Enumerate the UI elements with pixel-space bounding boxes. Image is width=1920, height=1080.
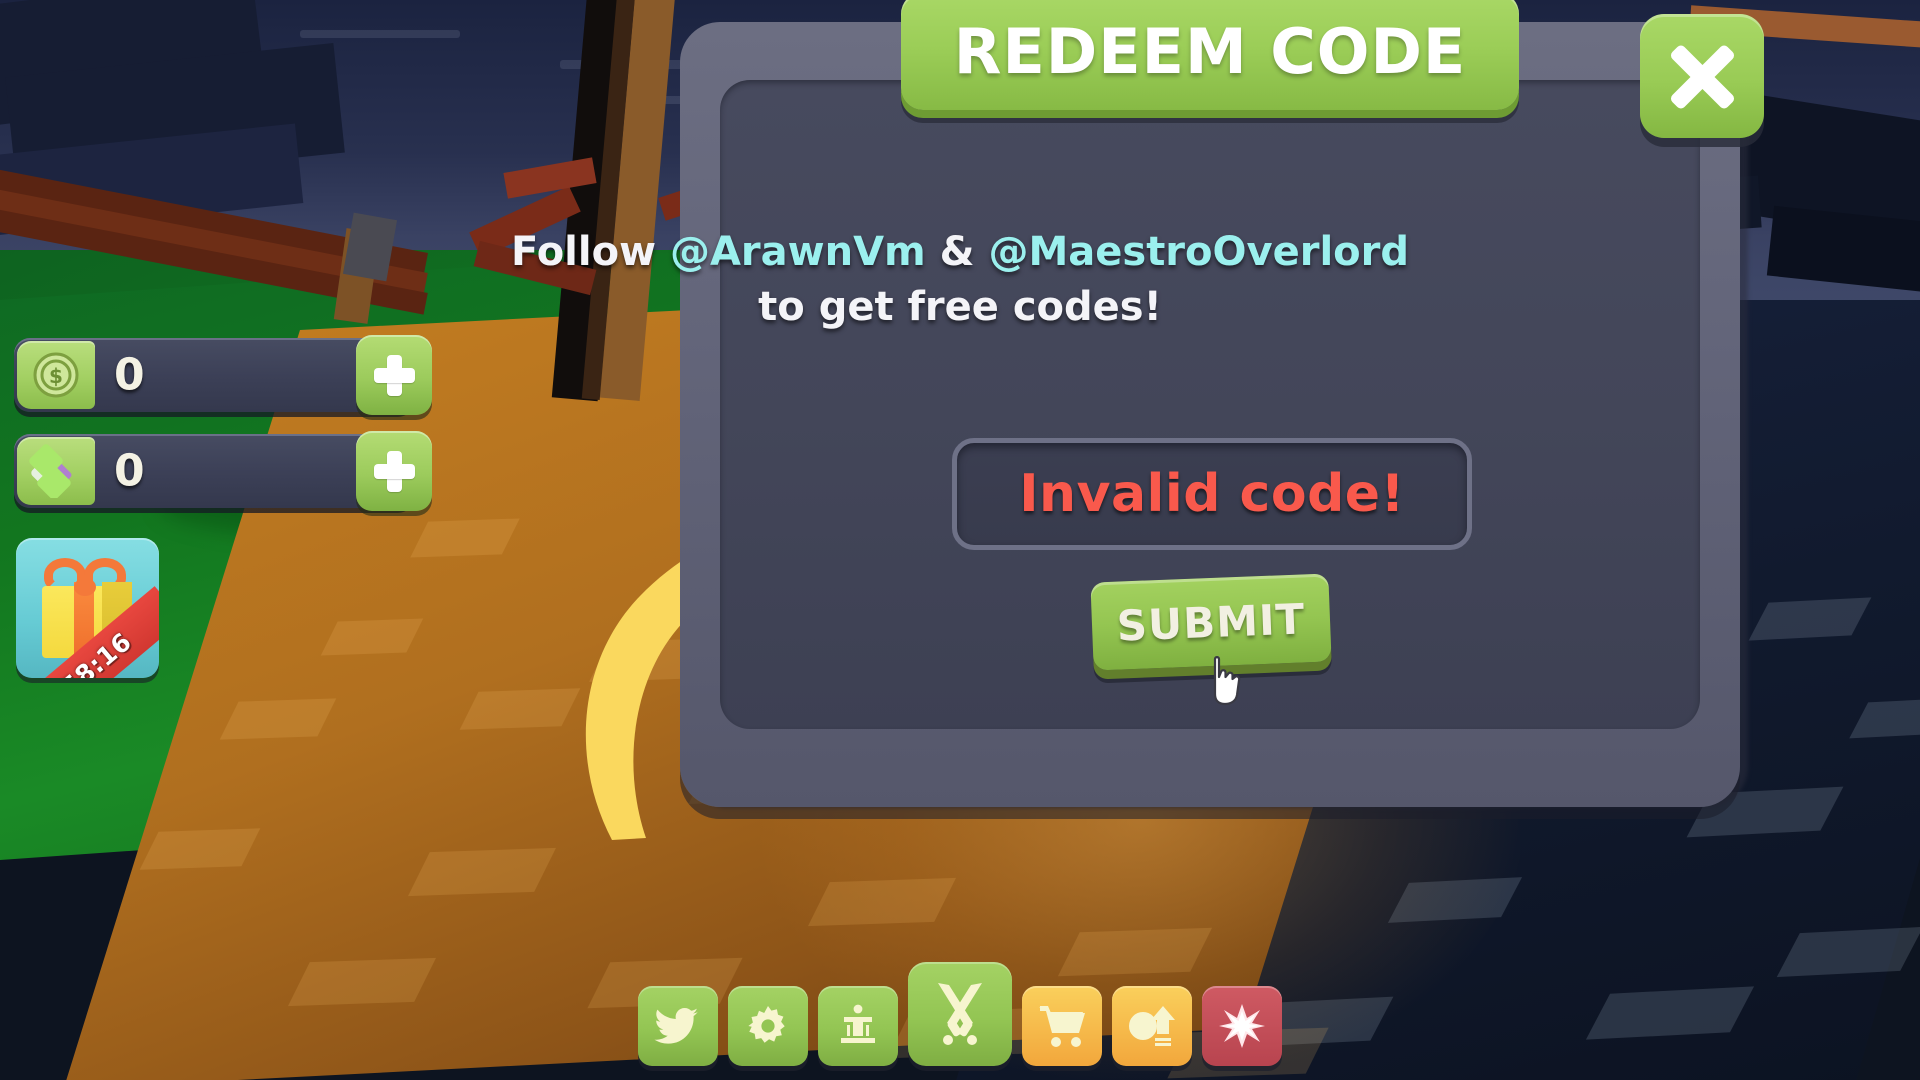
- twitter-handle-2[interactable]: @MaestroOverlord: [988, 229, 1409, 275]
- toolbar-item-battle[interactable]: [908, 962, 1012, 1066]
- gift-knot-icon: [74, 578, 96, 596]
- mouse-cursor-icon: [1205, 655, 1245, 707]
- gem-icon: [17, 437, 95, 505]
- code-input-value: Invalid code!: [1019, 464, 1405, 524]
- page-title: REDEEM CODE: [953, 14, 1467, 88]
- gear-icon: [748, 1006, 785, 1043]
- coin-icon: $: [17, 341, 95, 409]
- plus-icon: [374, 451, 415, 492]
- toolbar-item-settings[interactable]: [728, 986, 808, 1066]
- path-stone: [219, 698, 337, 740]
- plus-icon: [374, 355, 415, 396]
- twitter-handle-1[interactable]: @ArawnVm: [670, 229, 926, 275]
- burst-star-icon: [1219, 1004, 1265, 1048]
- free-gift-button[interactable]: 58:16: [16, 538, 159, 678]
- path-stone: [1585, 986, 1755, 1040]
- podium-icon: [841, 1004, 875, 1043]
- sky-streak: [300, 30, 460, 38]
- path-stone: [139, 828, 261, 870]
- clock-arrow-up-icon: [1129, 1006, 1175, 1046]
- bottom-toolbar: [638, 962, 1282, 1066]
- follow-separator: &: [925, 229, 989, 275]
- path-stone: [807, 877, 957, 927]
- path-stone: [407, 847, 557, 897]
- coin-amount: 0: [114, 349, 145, 401]
- close-button[interactable]: [1640, 14, 1764, 138]
- twitter-bird-icon: [654, 1008, 698, 1044]
- game-screen: $ 0 0 58:16 REDEEM CODE Follow @ArawnVm …: [0, 0, 1920, 1080]
- svg-text:$: $: [49, 364, 63, 388]
- follow-prefix: Follow: [511, 229, 670, 275]
- follow-instructions-line1: Follow @ArawnVm & @MaestroOverlord: [0, 232, 1920, 272]
- path-stone: [287, 957, 437, 1007]
- shopping-cart-icon: [1039, 1006, 1085, 1047]
- currency-bar-coins: $ 0: [14, 335, 432, 415]
- crossed-swords-icon: [938, 983, 982, 1045]
- submit-button-label: SUBMIT: [1115, 593, 1307, 651]
- close-icon: [1666, 40, 1738, 112]
- toolbar-item-leaderboard[interactable]: [818, 986, 898, 1066]
- toolbar-item-shop[interactable]: [1022, 986, 1102, 1066]
- toolbar-item-boost[interactable]: [1202, 986, 1282, 1066]
- add-gems-button[interactable]: [356, 431, 432, 511]
- follow-instructions-line2: to get free codes!: [758, 284, 1162, 330]
- modal-title-banner: REDEEM CODE: [901, 0, 1519, 110]
- gem-amount: 0: [114, 445, 145, 497]
- currency-bar-gems: 0: [14, 431, 432, 511]
- currency-hud: $ 0 0: [14, 335, 434, 530]
- path-stone: [1776, 926, 1920, 978]
- code-input[interactable]: Invalid code!: [952, 438, 1472, 550]
- add-coins-button[interactable]: [356, 335, 432, 415]
- toolbar-item-twitter[interactable]: [638, 986, 718, 1066]
- toolbar-item-upgrades[interactable]: [1112, 986, 1192, 1066]
